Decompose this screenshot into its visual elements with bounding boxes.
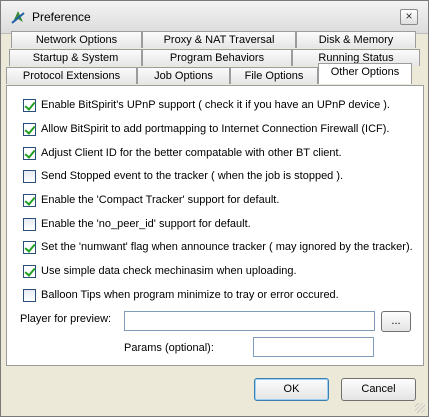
tab-file-options[interactable]: File Options	[230, 67, 318, 84]
player-path-input[interactable]	[124, 311, 375, 331]
params-input[interactable]	[253, 337, 374, 357]
checkbox-stopped-event[interactable]	[23, 169, 36, 183]
option-simple-data-check[interactable]: Use simple data check mechinasim when up…	[23, 263, 297, 279]
checkbox-client-id[interactable]	[23, 146, 36, 160]
tab-disk-memory[interactable]: Disk & Memory	[296, 31, 416, 48]
option-upnp-support[interactable]: Enable BitSpirit's UPnP support ( check …	[23, 97, 390, 113]
tab-job-options[interactable]: Job Options	[137, 67, 230, 84]
option-label: Enable the 'no_peer_id' support for defa…	[41, 218, 251, 230]
tab-program-behaviors[interactable]: Program Behaviors	[142, 49, 292, 66]
app-icon	[11, 11, 25, 24]
option-adjust-client-id[interactable]: Adjust Client ID for the better compatab…	[23, 145, 342, 161]
option-send-stopped-event[interactable]: Send Stopped event to the tracker ( when…	[23, 168, 343, 184]
option-balloon-tips[interactable]: Balloon Tips when program minimize to tr…	[23, 287, 339, 303]
option-label: Enable the 'Compact Tracker' support for…	[41, 194, 280, 206]
tab-network-options[interactable]: Network Options	[11, 31, 142, 48]
option-label: Allow BitSpirit to add portmapping to In…	[41, 123, 390, 135]
other-options-panel: Enable BitSpirit's UPnP support ( check …	[6, 85, 424, 366]
checkbox-no-peer-id[interactable]	[23, 217, 36, 231]
tab-protocol-extensions[interactable]: Protocol Extensions	[6, 67, 137, 84]
player-label: Player for preview:	[20, 313, 112, 325]
window-title: Preference	[32, 10, 91, 24]
ok-button[interactable]: OK	[254, 378, 329, 401]
browse-button[interactable]: ...	[381, 311, 411, 332]
checkbox-numwant[interactable]	[23, 240, 36, 254]
checkbox-upnp[interactable]	[23, 98, 36, 112]
params-label: Params (optional):	[124, 342, 214, 354]
checkbox-balloon-tips[interactable]	[23, 288, 36, 302]
title-bar: Preference ×	[1, 1, 428, 34]
option-icf-portmapping[interactable]: Allow BitSpirit to add portmapping to In…	[23, 121, 390, 137]
resize-grip[interactable]	[415, 403, 425, 413]
checkbox-compact-tracker[interactable]	[23, 193, 36, 207]
option-label: Balloon Tips when program minimize to tr…	[41, 289, 339, 301]
tab-startup-system[interactable]: Startup & System	[9, 49, 142, 66]
option-compact-tracker[interactable]: Enable the 'Compact Tracker' support for…	[23, 192, 279, 208]
option-no-peer-id[interactable]: Enable the 'no_peer_id' support for defa…	[23, 216, 251, 232]
option-numwant-flag[interactable]: Set the 'numwant' flag when announce tra…	[23, 239, 413, 255]
tab-proxy-nat-traversal[interactable]: Proxy & NAT Traversal	[142, 31, 296, 48]
preference-dialog: Preference × Network Options Proxy & NAT…	[0, 0, 429, 417]
close-button[interactable]: ×	[400, 9, 418, 25]
option-label: Use simple data check mechinasim when up…	[41, 265, 297, 277]
option-label: Adjust Client ID for the better compatab…	[41, 147, 342, 159]
cancel-button[interactable]: Cancel	[341, 378, 416, 401]
checkbox-icf[interactable]	[23, 122, 36, 136]
close-icon: ×	[405, 9, 413, 23]
option-label: Send Stopped event to the tracker ( when…	[41, 170, 344, 182]
option-label: Enable BitSpirit's UPnP support ( check …	[41, 99, 390, 111]
checkbox-simple-data-check[interactable]	[23, 264, 36, 278]
tab-other-options[interactable]: Other Options	[318, 63, 412, 84]
option-label: Set the 'numwant' flag when announce tra…	[41, 241, 413, 253]
